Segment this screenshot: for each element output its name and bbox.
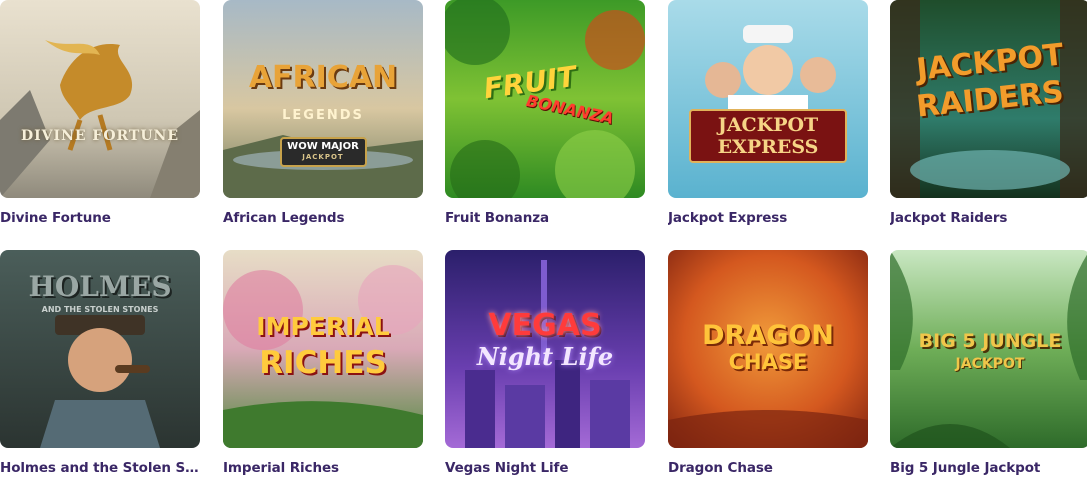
- game-thumbnail[interactable]: DRAGON CHASE: [668, 250, 868, 448]
- game-thumbnail[interactable]: JACKPOT EXPRESS: [668, 0, 868, 198]
- game-card-dragon-chase[interactable]: DRAGON CHASE Dragon Chase: [668, 250, 868, 476]
- game-title[interactable]: Jackpot Express: [668, 210, 868, 226]
- game-thumbnail[interactable]: IMPERIAL RICHES: [223, 250, 423, 448]
- game-grid: DIVINE FORTUNE Divine Fortune AFRICAN LE…: [0, 0, 1087, 481]
- game-card-fruit-bonanza[interactable]: FRUIT BONANZA Fruit Bonanza: [445, 0, 645, 226]
- game-card-jackpot-express[interactable]: JACKPOT EXPRESS Jackpot Express: [668, 0, 868, 226]
- game-thumbnail[interactable]: BIG 5 JUNGLE JACKPOT: [890, 250, 1087, 448]
- game-card-divine-fortune[interactable]: DIVINE FORTUNE Divine Fortune: [0, 0, 200, 226]
- game-title[interactable]: Dragon Chase: [668, 460, 868, 476]
- game-title[interactable]: African Legends: [223, 210, 423, 226]
- game-title[interactable]: Holmes and the Stolen Sto...: [0, 460, 200, 476]
- game-title[interactable]: Divine Fortune: [0, 210, 200, 226]
- game-thumbnail[interactable]: AFRICAN LEGENDS WOW MAJOR JACKPOT: [223, 0, 423, 198]
- game-thumbnail[interactable]: JACKPOT RAIDERS: [890, 0, 1087, 198]
- game-thumbnail[interactable]: FRUIT BONANZA: [445, 0, 645, 198]
- game-title[interactable]: Imperial Riches: [223, 460, 423, 476]
- game-card-vegas-night-life[interactable]: VEGAS Night Life Vegas Night Life: [445, 250, 645, 476]
- game-title[interactable]: Big 5 Jungle Jackpot: [890, 460, 1087, 476]
- game-thumbnail[interactable]: DIVINE FORTUNE: [0, 0, 200, 198]
- game-title[interactable]: Fruit Bonanza: [445, 210, 645, 226]
- game-thumbnail[interactable]: VEGAS Night Life: [445, 250, 645, 448]
- game-card-jackpot-raiders[interactable]: JACKPOT RAIDERS Jackpot Raiders: [890, 0, 1087, 226]
- game-title[interactable]: Jackpot Raiders: [890, 210, 1087, 226]
- game-card-african-legends[interactable]: AFRICAN LEGENDS WOW MAJOR JACKPOT Africa…: [223, 0, 423, 226]
- game-card-imperial-riches[interactable]: IMPERIAL RICHES Imperial Riches: [223, 250, 423, 476]
- game-card-holmes[interactable]: HOLMES AND THE STOLEN STONES Holmes and …: [0, 250, 200, 476]
- game-thumbnail[interactable]: HOLMES AND THE STOLEN STONES: [0, 250, 200, 448]
- game-title[interactable]: Vegas Night Life: [445, 460, 645, 476]
- game-card-big-5-jungle-jackpot[interactable]: BIG 5 JUNGLE JACKPOT Big 5 Jungle Jackpo…: [890, 250, 1087, 476]
